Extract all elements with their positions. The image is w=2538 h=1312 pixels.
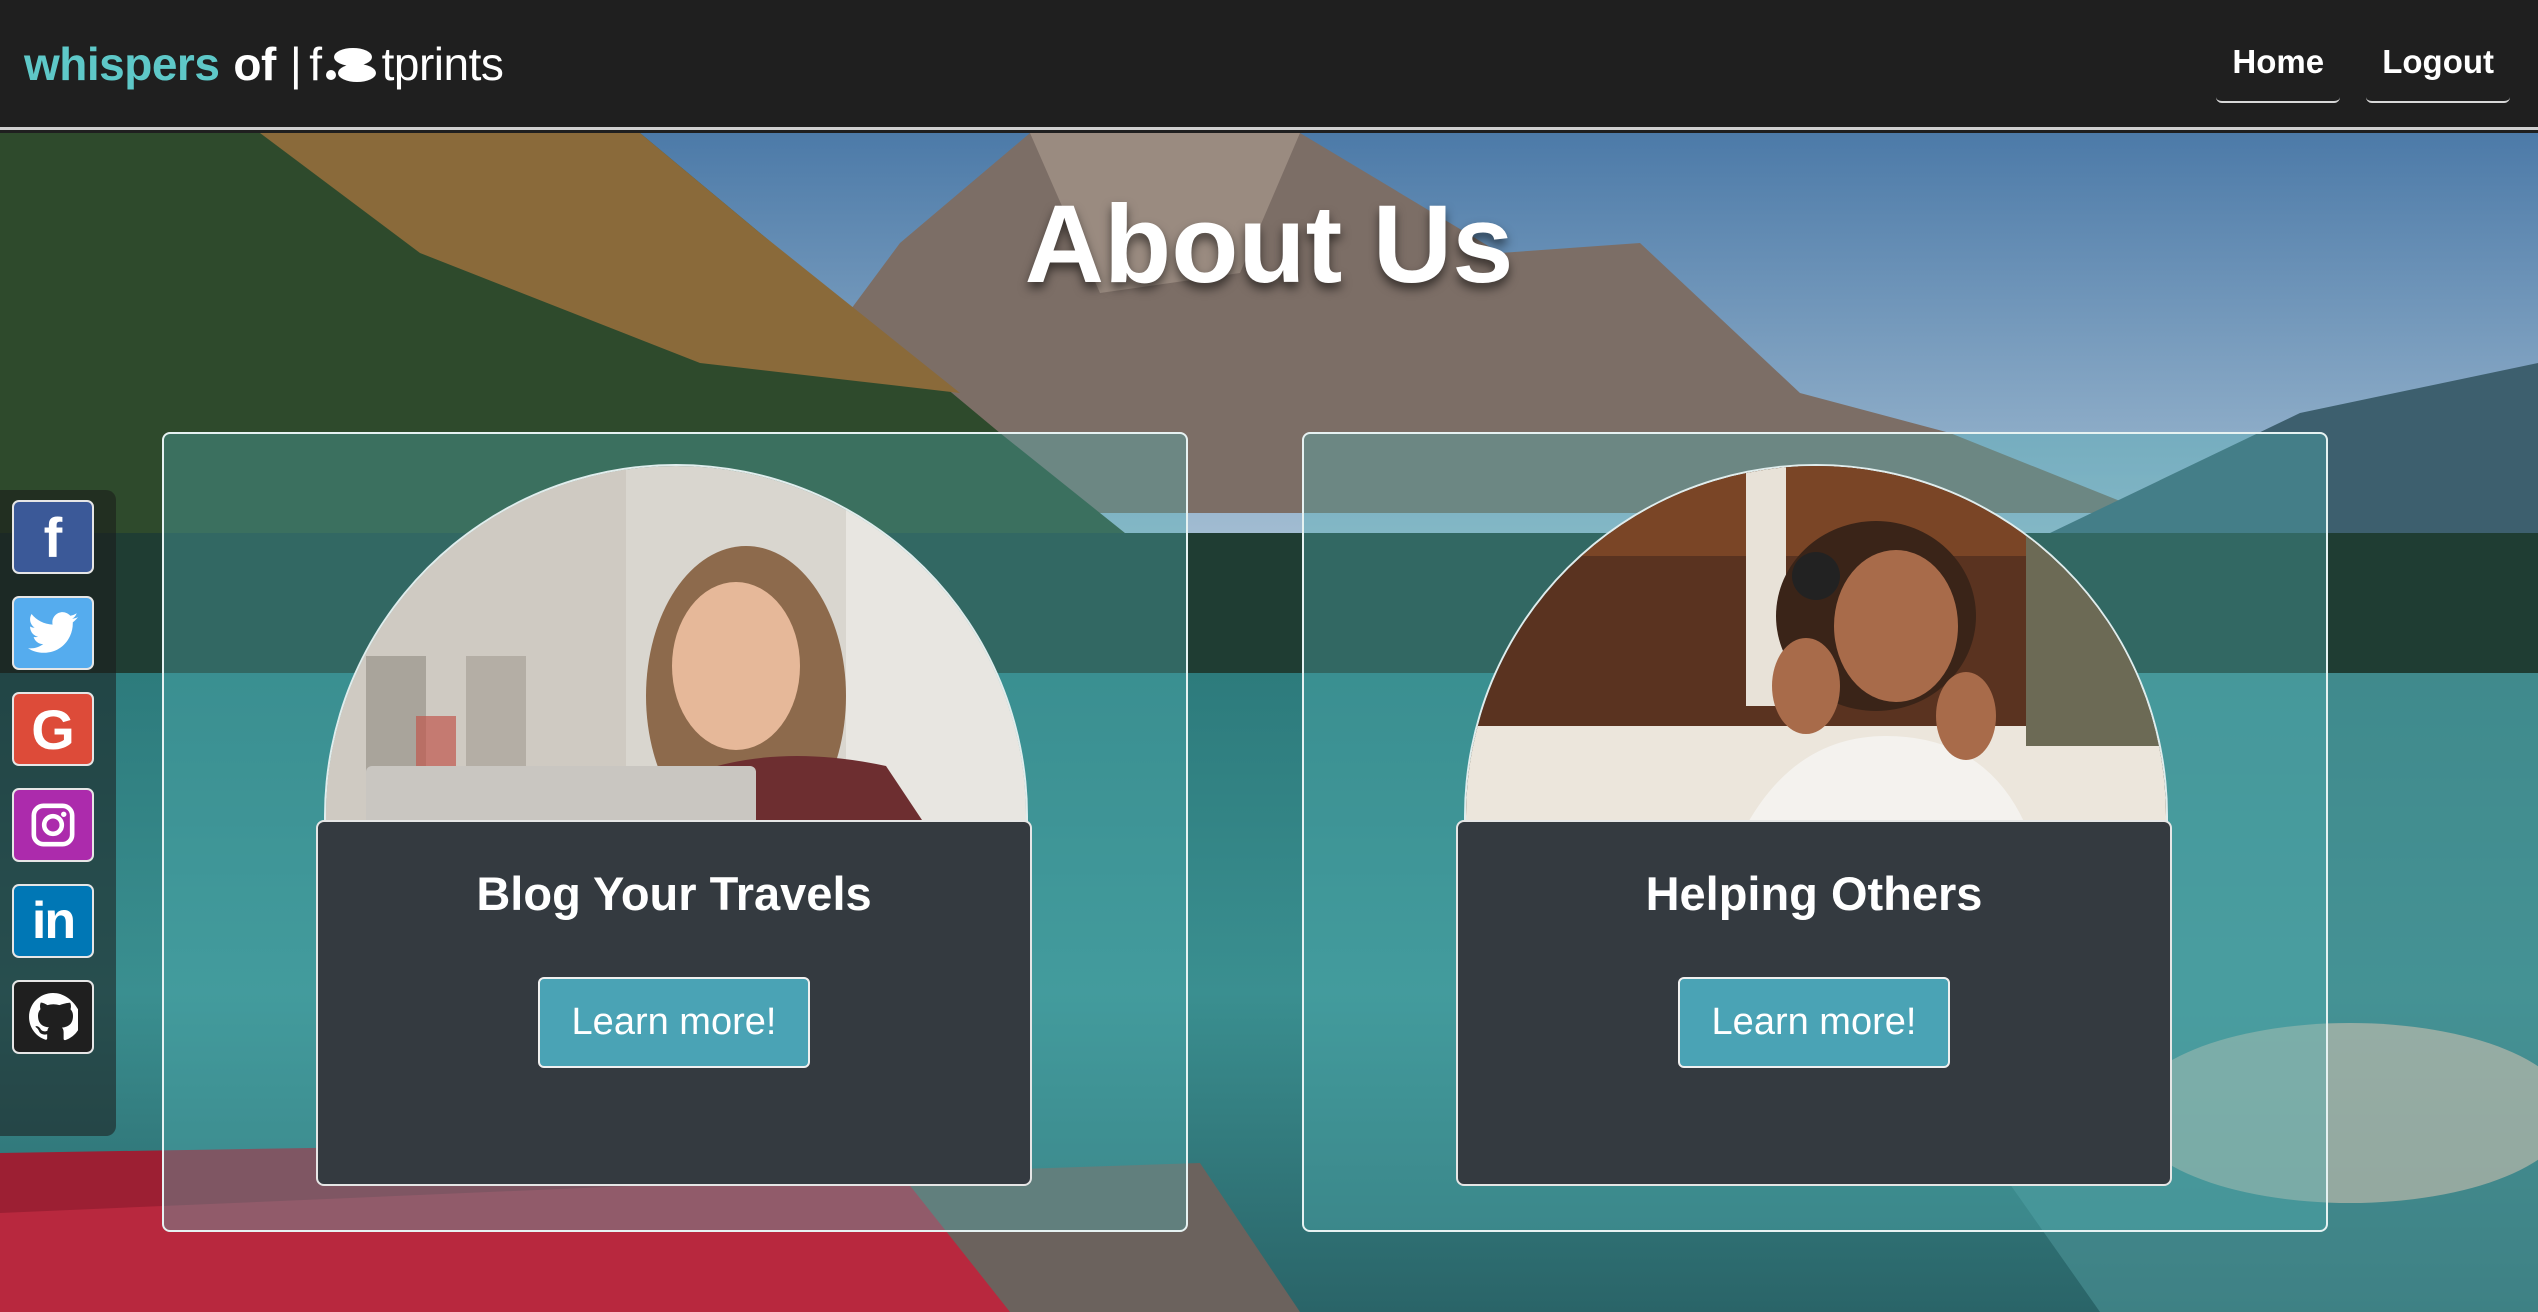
google-icon[interactable]: G (12, 692, 94, 766)
hero-background: About Us f G in Blog Your Travels Learn … (0, 133, 2538, 1312)
facebook-icon[interactable]: f (12, 500, 94, 574)
twitter-icon[interactable] (12, 596, 94, 670)
blog-card-heading: Blog Your Travels (476, 867, 872, 920)
brand-separator: | (289, 37, 302, 90)
blog-card-panel: Blog Your Travels Learn more! (316, 820, 1032, 1186)
blog-card-photo (324, 464, 1028, 824)
navbar: whispers of | f tprints Home Logout (0, 0, 2538, 130)
home-link[interactable]: Home (2216, 25, 2341, 103)
blog-card: Blog Your Travels Learn more! (162, 432, 1188, 1232)
helping-card-photo (1464, 464, 2168, 824)
brand-logo[interactable]: whispers of | f tprints (24, 37, 504, 91)
nav-links: Home Logout (2216, 25, 2510, 103)
linkedin-icon[interactable]: in (12, 884, 94, 958)
brand-word-of: of (233, 37, 276, 90)
social-sidebar: f G in (0, 490, 116, 1136)
helping-card: Helping Others Learn more! (1302, 432, 2328, 1232)
footprints-icon (324, 42, 380, 86)
helping-card-heading: Helping Others (1645, 867, 1983, 920)
helping-card-panel: Helping Others Learn more! (1456, 820, 2172, 1186)
blog-learn-more-button[interactable]: Learn more! (537, 977, 811, 1068)
logout-link[interactable]: Logout (2366, 25, 2510, 103)
brand-word-whispers: whispers (24, 37, 220, 90)
github-icon[interactable] (12, 980, 94, 1054)
helping-learn-more-button[interactable]: Learn more! (1677, 977, 1951, 1068)
brand-word-tprints: tprints (381, 37, 504, 90)
brand-letter-f: f (309, 37, 322, 90)
page-title: About Us (1024, 183, 1514, 306)
instagram-icon[interactable] (12, 788, 94, 862)
